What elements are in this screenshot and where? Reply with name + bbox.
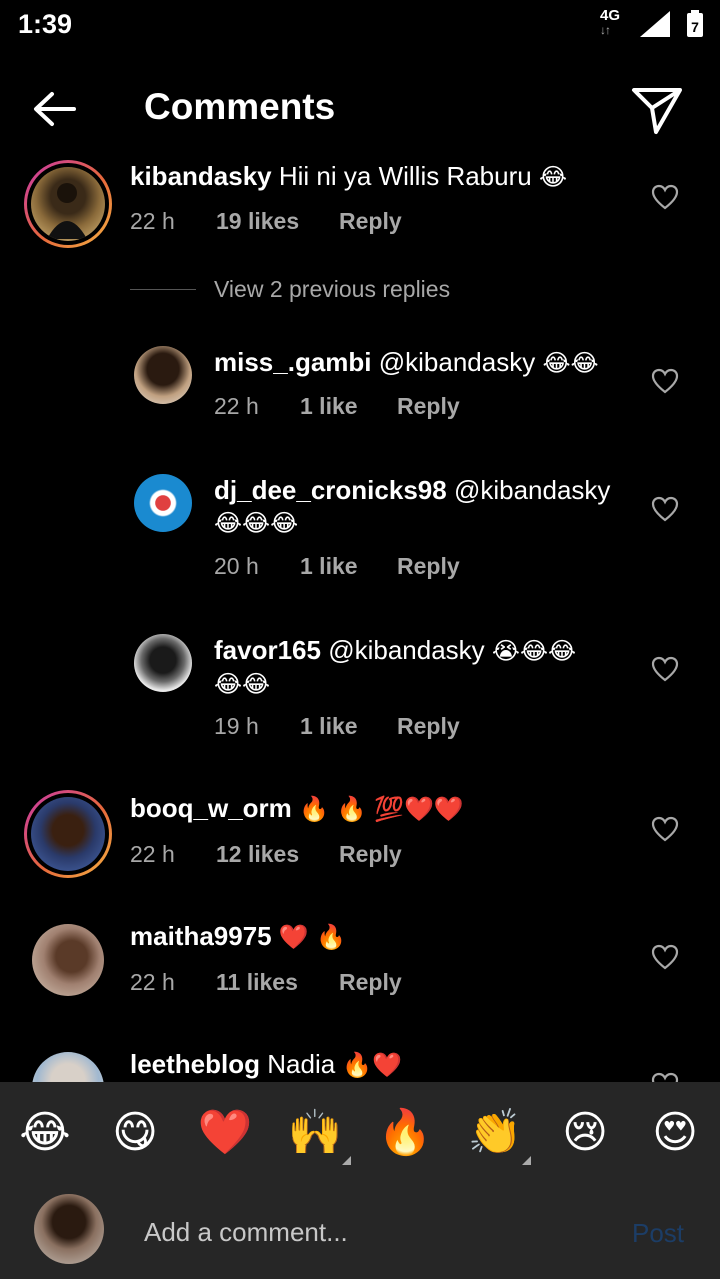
heart-icon[interactable] — [650, 1070, 680, 1082]
avatar[interactable] — [24, 160, 112, 248]
reply-body: dj_dee_cronicks98 @kibandasky 😂😂😂 — [214, 474, 634, 539]
reply-body: favor165 @kibandasky 😭😂😂 😂😂 — [214, 634, 634, 700]
comment-emojis: ❤️ 🔥 — [278, 923, 347, 951]
reply-text: @kibandasky — [328, 635, 485, 665]
comment-body: booq_w_orm 🔥 🔥 💯❤️❤️ — [130, 792, 620, 825]
comment-emojis: 🔥 🔥 💯❤️❤️ — [299, 795, 464, 823]
post-button[interactable]: Post — [632, 1218, 684, 1249]
comment-input[interactable] — [144, 1212, 604, 1252]
reply-button[interactable]: Reply — [339, 969, 402, 996]
heart-icon[interactable] — [650, 366, 680, 396]
emoji-heart-button[interactable]: ❤️ — [194, 1102, 256, 1164]
comment-text: Nadia — [267, 1049, 336, 1079]
comment-body: leetheblog Nadia 🔥❤️ — [130, 1048, 620, 1081]
page-title: Comments — [144, 86, 336, 127]
network-type-label: 4G — [600, 7, 621, 24]
comment-meta: 22 h 11 likes Reply — [130, 969, 402, 996]
divider-line — [130, 289, 196, 290]
reply-button[interactable]: Reply — [397, 553, 460, 580]
comment-username[interactable]: booq_w_orm — [130, 793, 292, 823]
comment-username[interactable]: leetheblog — [130, 1049, 260, 1079]
comments-header: Comments — [0, 60, 720, 156]
reply-emojis: 😂😂 — [542, 349, 599, 377]
reply-text: @kibandasky — [378, 347, 536, 377]
skin-tone-indicator-icon — [522, 1156, 531, 1165]
heart-icon[interactable] — [650, 814, 680, 844]
reply-username[interactable]: favor165 — [214, 635, 321, 665]
reply-emojis: 😂😂😂 — [214, 509, 299, 537]
reply-timestamp: 20 h — [214, 553, 259, 579]
comment-body: kibandasky Hii ni ya Willis Raburu 😂 — [130, 160, 620, 193]
reply-button[interactable]: Reply — [339, 208, 402, 235]
reply-likes-count[interactable]: 1 like — [300, 553, 358, 580]
emoji-raised-hands-button[interactable]: 🙌 — [284, 1102, 346, 1164]
reply-likes-count[interactable]: 1 like — [300, 713, 358, 740]
emoji-laughing-button[interactable]: 😂 — [14, 1102, 76, 1164]
view-replies-label: View 2 previous replies — [214, 276, 451, 302]
comment-body: maitha9975 ❤️ 🔥 — [130, 920, 620, 953]
reply-username[interactable]: dj_dee_cronicks98 — [214, 475, 447, 505]
emoji-fire-button[interactable]: 🔥 — [374, 1102, 436, 1164]
avatar[interactable] — [32, 924, 104, 996]
avatar[interactable] — [32, 1052, 104, 1082]
comment-emojis: 🔥❤️ — [342, 1051, 403, 1079]
svg-text:7: 7 — [691, 19, 699, 35]
reply-button[interactable]: Reply — [397, 393, 460, 420]
quick-emoji-bar: 😂 😋 ❤️ 🙌 🔥 👏 😢 😍 — [0, 1082, 720, 1182]
signal-icon — [640, 11, 670, 37]
comments-list: kibandasky Hii ni ya Willis Raburu 😂 22 … — [0, 156, 720, 1082]
back-arrow-icon[interactable] — [26, 84, 86, 134]
share-direct-icon[interactable] — [628, 82, 686, 136]
comment-meta: 22 h 19 likes Reply — [130, 208, 402, 235]
heart-icon[interactable] — [650, 942, 680, 972]
comment-composer: Post — [0, 1182, 720, 1279]
emoji-clap-button[interactable]: 👏 — [464, 1102, 526, 1164]
status-bar: 1:39 4G ↓↑ 7 — [0, 0, 720, 50]
emoji-crying-button[interactable]: 😢 — [554, 1102, 616, 1164]
skin-tone-indicator-icon — [342, 1156, 351, 1165]
avatar[interactable] — [134, 474, 192, 532]
comment-timestamp: 22 h — [130, 969, 175, 995]
avatar[interactable] — [134, 634, 192, 692]
emoji-yum-button[interactable]: 😋 — [104, 1102, 166, 1164]
comment-likes-count[interactable]: 12 likes — [216, 841, 299, 868]
comment-timestamp: 22 h — [130, 841, 175, 867]
current-user-avatar — [34, 1194, 104, 1264]
comment-meta: 22 h 12 likes Reply — [130, 841, 402, 868]
comment-likes-count[interactable]: 19 likes — [216, 208, 299, 235]
reply-body: miss_.gambi @kibandasky 😂😂 — [214, 346, 634, 379]
reply-timestamp: 19 h — [214, 713, 259, 739]
reply-emojis: 😭😂😂 — [491, 637, 577, 665]
reply-username[interactable]: miss_.gambi — [214, 347, 372, 377]
network-activity-icon: ↓↑ — [600, 23, 611, 37]
avatar[interactable] — [24, 790, 112, 878]
heart-icon[interactable] — [650, 182, 680, 212]
reply-button[interactable]: Reply — [397, 713, 460, 740]
reply-meta: 20 h 1 like Reply — [214, 553, 460, 580]
reply-likes-count[interactable]: 1 like — [300, 393, 358, 420]
reply-meta: 19 h 1 like Reply — [214, 713, 460, 740]
avatar[interactable] — [134, 346, 192, 404]
heart-icon[interactable] — [650, 654, 680, 684]
battery-icon: 7 — [687, 10, 703, 37]
emoji-heart-eyes-button[interactable]: 😍 — [644, 1102, 706, 1164]
comment-likes-count[interactable]: 11 likes — [216, 969, 298, 996]
reply-text: @kibandasky — [453, 475, 611, 505]
reply-meta: 22 h 1 like Reply — [214, 393, 460, 420]
comment-username[interactable]: maitha9975 — [130, 921, 272, 951]
comment-text: Hii ni ya Willis Raburu — [278, 161, 532, 191]
reply-button[interactable]: Reply — [339, 841, 402, 868]
comment-username[interactable]: kibandasky — [130, 161, 272, 191]
heart-icon[interactable] — [650, 494, 680, 524]
comment-timestamp: 22 h — [130, 208, 175, 234]
reply-timestamp: 22 h — [214, 393, 259, 419]
status-time: 1:39 — [18, 9, 73, 39]
reply-emojis-continued: 😂😂 — [214, 670, 271, 698]
comment-emojis: 😂 — [538, 163, 567, 191]
